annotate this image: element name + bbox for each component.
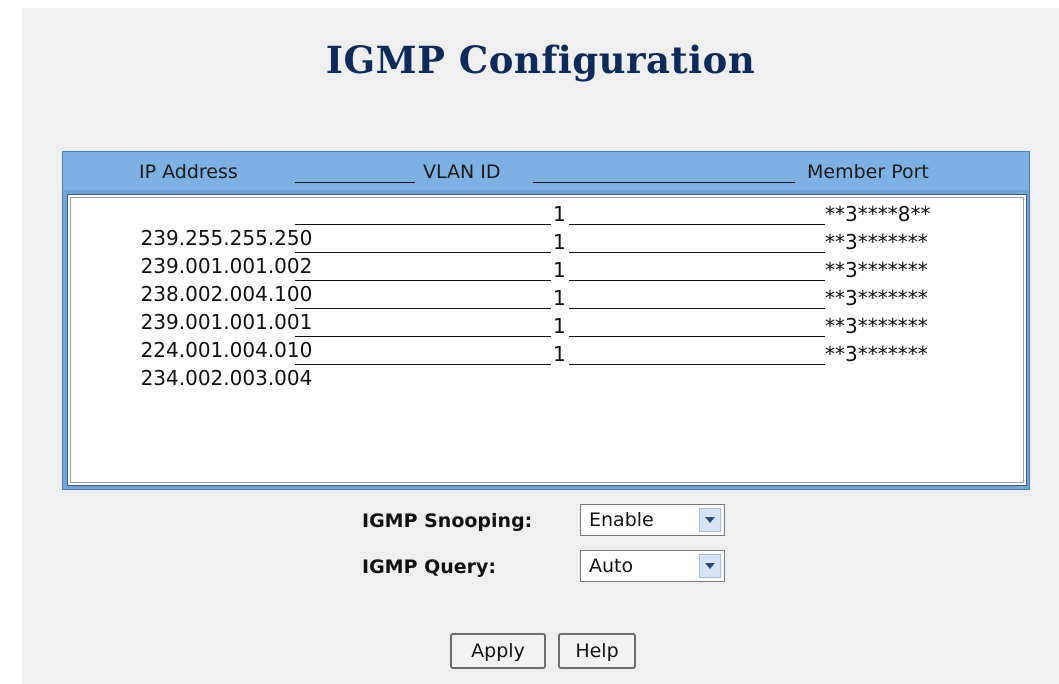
list-item[interactable]: 239.255.255.250 1 **3****8** [77, 202, 1017, 250]
row-underline [569, 280, 825, 281]
vlan-id: 1 [553, 258, 566, 282]
row-underline [569, 308, 825, 309]
row-underline [569, 252, 825, 253]
vlan-id: 1 [553, 202, 566, 226]
header-underline-1 [295, 182, 415, 183]
vlan-id: 1 [553, 286, 566, 310]
config-panel: IGMP Configuration IP Address VLAN ID Me… [22, 8, 1059, 684]
list-item[interactable]: 224.001.004.010 1 **3******* [77, 314, 1017, 362]
help-button[interactable]: Help [558, 633, 636, 669]
member-port: **3******* [825, 314, 928, 338]
list-item[interactable]: 238.002.004.100 1 **3******* [77, 258, 1017, 306]
igmp-query-label: IGMP Query: [362, 556, 497, 578]
igmp-entry-list-inner[interactable]: 239.255.255.250 1 **3****8** 239.001.001… [70, 197, 1024, 483]
ip-address: 234.002.003.004 [140, 366, 313, 390]
chevron-down-icon[interactable] [699, 554, 721, 578]
igmp-snooping-select[interactable]: Enable [580, 504, 725, 536]
member-port: **3******* [825, 258, 928, 282]
row-underline [295, 224, 551, 225]
igmp-snooping-label: IGMP Snooping: [362, 510, 533, 532]
member-port: **3****8** [825, 202, 931, 226]
apply-button[interactable]: Apply [450, 633, 546, 669]
page-title: IGMP Configuration [325, 38, 756, 82]
list-item[interactable]: 239.001.001.001 1 **3******* [77, 286, 1017, 334]
member-port: **3******* [825, 230, 928, 254]
header-ip-address: IP Address [139, 161, 238, 183]
igmp-query-select[interactable]: Auto [580, 550, 725, 582]
header-member-port: Member Port [807, 161, 929, 183]
row-underline [295, 280, 551, 281]
list-item[interactable]: 239.001.001.002 1 **3******* [77, 230, 1017, 278]
table-header: IP Address VLAN ID Member Port [63, 152, 1029, 190]
igmp-query-value: Auto [589, 555, 634, 577]
row-underline [295, 252, 551, 253]
row-underline [295, 308, 551, 309]
member-port: **3******* [825, 286, 928, 310]
row-underline [569, 364, 825, 365]
igmp-entry-list[interactable]: 239.255.255.250 1 **3****8** 239.001.001… [67, 194, 1027, 486]
chevron-down-icon[interactable] [699, 508, 721, 532]
vlan-id: 1 [553, 314, 566, 338]
row-underline [295, 336, 551, 337]
header-underline-2 [533, 182, 795, 183]
vlan-id: 1 [553, 230, 566, 254]
row-underline [569, 224, 825, 225]
list-item[interactable]: 234.002.003.004 1 **3******* [77, 342, 1017, 390]
vlan-id: 1 [553, 342, 566, 366]
igmp-snooping-value: Enable [589, 509, 654, 531]
igmp-table: IP Address VLAN ID Member Port 239.255.2… [62, 151, 1030, 490]
header-vlan-id: VLAN ID [423, 161, 501, 183]
row-underline [295, 364, 551, 365]
member-port: **3******* [825, 342, 928, 366]
row-underline [569, 336, 825, 337]
